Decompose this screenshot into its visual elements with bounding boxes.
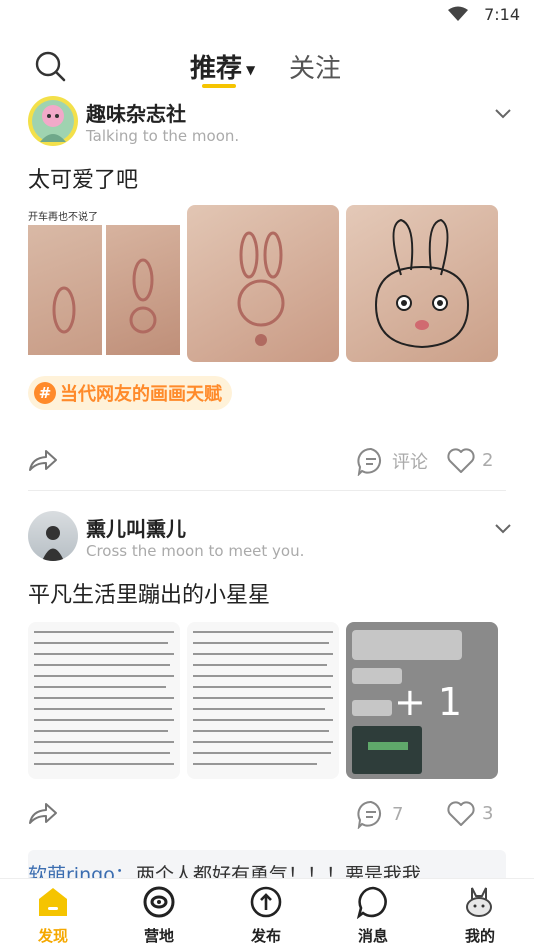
like-button[interactable]: 3 bbox=[446, 799, 493, 827]
wifi-icon bbox=[448, 6, 468, 21]
author-name[interactable]: 趣味杂志社 bbox=[86, 98, 186, 127]
status-time: 7:14 bbox=[484, 5, 520, 24]
tab-recommend[interactable]: 推荐 ▼ bbox=[190, 48, 255, 85]
nav-publish[interactable]: 发布 bbox=[226, 885, 306, 946]
post-image[interactable] bbox=[346, 205, 498, 362]
chevron-down-icon[interactable] bbox=[494, 108, 512, 120]
post-image[interactable] bbox=[187, 622, 339, 779]
comment-label: 评论 bbox=[392, 452, 428, 473]
caret-down-icon: ▼ bbox=[246, 62, 256, 77]
nav-label: 营地 bbox=[143, 927, 174, 945]
like-button[interactable]: 2 bbox=[446, 446, 493, 474]
comment-button[interactable]: 评论 bbox=[356, 446, 428, 476]
camp-icon bbox=[143, 886, 175, 918]
share-icon[interactable] bbox=[28, 801, 58, 825]
comment-icon bbox=[357, 800, 382, 829]
topic-tag-label: 当代网友的画画天赋 bbox=[60, 384, 222, 405]
bottom-nav: 发现 营地 发布 消息 我的 bbox=[0, 878, 534, 950]
heart-icon bbox=[447, 801, 475, 826]
profile-icon bbox=[466, 887, 492, 917]
post-actions: 7 3 bbox=[0, 795, 534, 835]
post-title[interactable]: 太可爱了吧 bbox=[28, 162, 138, 194]
nav-label: 发布 bbox=[250, 927, 281, 945]
status-bar: 7:14 bbox=[0, 0, 534, 30]
avatar[interactable] bbox=[28, 96, 78, 146]
tab-follow[interactable]: 关注 bbox=[289, 48, 341, 85]
search-icon[interactable] bbox=[34, 50, 66, 82]
post-card: 熏儿叫熏儿 Cross the moon to meet you. 平凡生活里蹦… bbox=[0, 505, 534, 845]
heart-icon bbox=[447, 448, 475, 473]
post-image-more[interactable]: + 1 bbox=[346, 622, 498, 779]
nav-messages[interactable]: 消息 bbox=[333, 885, 413, 946]
top-bar: 推荐 ▼ 关注 bbox=[0, 40, 534, 90]
like-count: 2 bbox=[482, 449, 494, 471]
comment-icon bbox=[357, 447, 382, 476]
publish-icon bbox=[250, 886, 282, 918]
chevron-down-icon[interactable] bbox=[494, 523, 512, 535]
avatar[interactable] bbox=[28, 511, 78, 561]
nav-label: 我的 bbox=[464, 927, 495, 945]
share-icon[interactable] bbox=[28, 448, 58, 472]
divider bbox=[28, 490, 506, 491]
post-image[interactable] bbox=[28, 622, 180, 779]
nav-profile[interactable]: 我的 bbox=[440, 885, 520, 946]
author-signature: Cross the moon to meet you. bbox=[86, 542, 305, 560]
post-title[interactable]: 平凡生活里蹦出的小星星 bbox=[28, 577, 270, 609]
hashtag-icon: # bbox=[34, 382, 56, 404]
comment-button[interactable]: 7 bbox=[356, 799, 403, 829]
nav-label: 消息 bbox=[357, 927, 388, 945]
topic-tag[interactable]: # 当代网友的画画天赋 bbox=[28, 376, 232, 410]
image-caption: 开车再也不说了 bbox=[28, 212, 98, 223]
post-image[interactable]: 开车再也不说了 bbox=[28, 205, 180, 362]
nav-label: 发现 bbox=[37, 927, 68, 945]
more-images-count: + 1 bbox=[394, 680, 463, 724]
nav-camp[interactable]: 营地 bbox=[119, 885, 199, 946]
post-card: 趣味杂志社 Talking to the moon. 太可爱了吧 开车再也不说了 bbox=[0, 90, 534, 491]
author-signature: Talking to the moon. bbox=[86, 127, 240, 145]
active-tab-indicator bbox=[202, 84, 236, 88]
discover-icon bbox=[39, 888, 67, 916]
message-icon bbox=[356, 886, 387, 920]
post-actions: 评论 2 bbox=[0, 442, 534, 482]
comment-count: 7 bbox=[392, 803, 404, 825]
nav-discover[interactable]: 发现 bbox=[13, 885, 93, 946]
author-name[interactable]: 熏儿叫熏儿 bbox=[86, 513, 186, 542]
post-image[interactable] bbox=[187, 205, 339, 362]
like-count: 3 bbox=[482, 802, 494, 824]
